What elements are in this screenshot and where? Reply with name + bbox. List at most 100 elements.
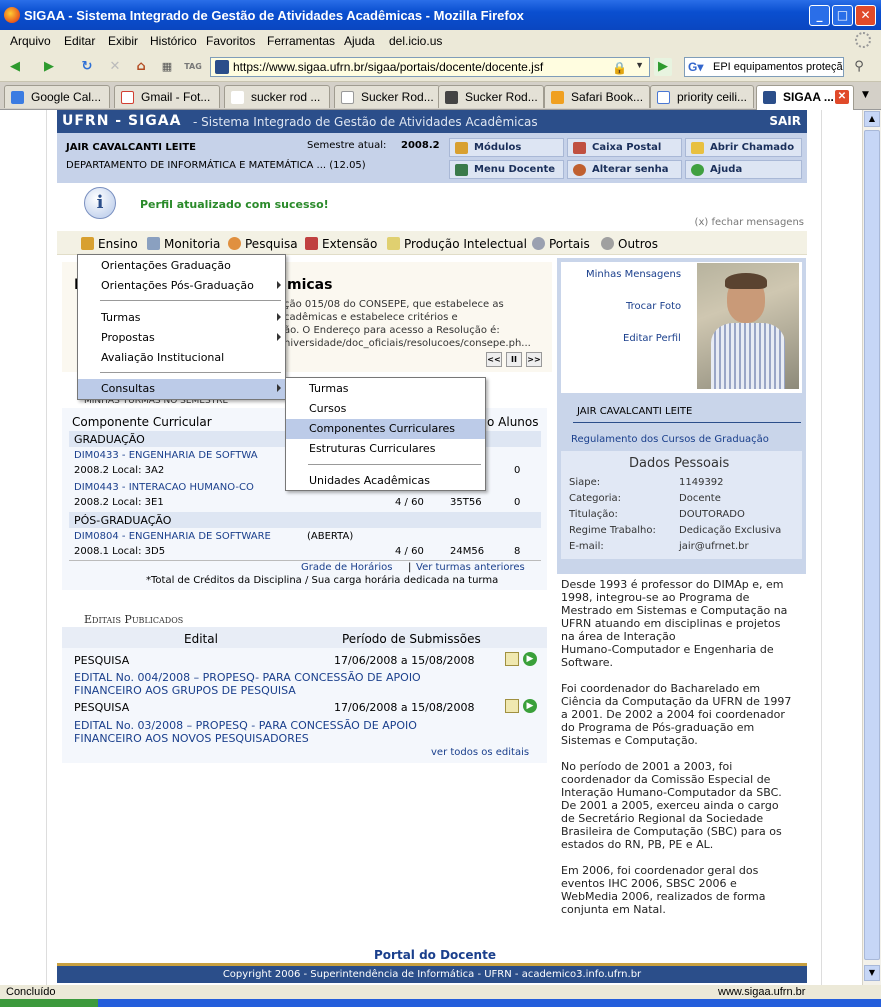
forward-icon[interactable]: ▶ [40,58,58,76]
portal-docente-link[interactable]: Portal do Docente [374,948,496,962]
menu-ajuda[interactable]: Ajuda [344,34,375,48]
scroll-down-icon[interactable]: ▼ [864,965,880,981]
close-tab-icon[interactable]: ✕ [835,90,849,104]
tab-sucker-rod-1[interactable]: Sucker Rod... [334,85,440,108]
maximize-button[interactable]: □ [832,5,853,26]
status-bar: Concluído www.sigaa.ufrn.br [0,985,881,999]
edit-icon[interactable] [505,699,519,713]
turma-alunos: 0 [514,465,521,476]
ajuda-button[interactable]: Ajuda [685,160,802,179]
minhas-mensagens-link[interactable]: Minhas Mensagens [586,269,681,280]
menu-ensino[interactable]: Ensino [81,237,138,251]
go-icon[interactable]: ▶ [654,58,672,76]
modulos-button[interactable]: Módulos [449,138,564,157]
minimize-button[interactable]: _ [809,5,830,26]
start-button[interactable] [0,999,98,1007]
editar-perfil-link[interactable]: Editar Perfil [623,333,681,344]
submenu-item-cursos[interactable]: Cursos [286,399,485,419]
menu-item-orientacoes-pos[interactable]: Orientações Pós-Graduação [78,276,285,296]
google-search-icon[interactable]: G▾ [688,60,703,74]
url-input[interactable]: https://www.sigaa.ufrn.br/sigaa/portais/… [210,57,650,77]
col-componente: Componente Curricular [72,415,212,429]
bookmark-icon[interactable]: ▦ [158,58,176,76]
close-messages-link[interactable]: (x) fechar mensagens [695,217,804,228]
tab-priority-ceiling[interactable]: priority ceili... [650,85,754,108]
tag-icon[interactable]: TAG [184,58,202,76]
submenu-arrow-icon [277,281,281,289]
tab-sigaa[interactable]: SIGAA ... ✕ [756,85,854,110]
menu-portais[interactable]: Portais [532,237,590,251]
sigaa-brand[interactable]: UFRN - SIGAA [62,113,181,129]
edital-titulo[interactable]: FINANCEIRO AOS GRUPOS DE PESQUISA [74,684,296,697]
regulamento-link[interactable]: Regulamento dos Cursos de Graduação [571,434,769,445]
notice-link[interactable]: niversidade/doc_oficiais/resolucoes/cons… [284,338,531,349]
vertical-scrollbar[interactable]: ▲ ▼ [862,110,881,985]
close-button[interactable]: ✕ [855,5,876,26]
menu-docente-button[interactable]: Menu Docente [449,160,564,179]
grade-horarios-link[interactable]: Grade de Horários [301,562,392,573]
menu-monitoria[interactable]: Monitoria [147,237,220,251]
notice-next-button[interactable]: >> [526,352,542,367]
field-value: DOUTORADO [679,509,745,520]
edital-titulo[interactable]: EDITAL No. 03/2008 – PROPESQ - PARA CONC… [74,719,417,732]
notice-line: ão. O Endereço para acesso a Resolução é… [284,325,500,336]
search-input[interactable]: G▾ EPI equipamentos proteçã [684,57,844,77]
throbber-icon [855,32,871,48]
tab-list-icon[interactable]: ▼ [862,90,869,100]
tab-sucker-rod-google[interactable]: sucker rod ... [224,85,330,108]
menu-delicious[interactable]: del.icio.us [389,34,442,48]
url-dropdown-icon[interactable]: ▼ [635,60,644,70]
tab-safari-books[interactable]: Safari Book... [544,85,650,108]
bio-line: Humano-Computador e Engenharia de [561,643,774,656]
stop-icon[interactable]: ✕ [106,58,124,76]
abrir-chamado-button[interactable]: Abrir Chamado [685,138,802,157]
menu-editar[interactable]: Editar [64,34,95,48]
menu-item-propostas[interactable]: Propostas [78,328,285,348]
site-favicon-icon [215,60,229,74]
alterar-senha-button[interactable]: Alterar senha [567,160,682,179]
turma-code[interactable]: DIM0433 - ENGENHARIA DE SOFTWA [74,450,258,461]
submenu-item-estruturas-curriculares[interactable]: Estruturas Curriculares [286,439,485,459]
menu-ferramentas[interactable]: Ferramentas [267,34,335,48]
trocar-foto-link[interactable]: Trocar Foto [626,301,681,312]
tab-google-calendar[interactable]: Google Cal... [4,85,110,108]
menu-favoritos[interactable]: Favoritos [206,34,255,48]
submenu-item-turmas[interactable]: Turmas [286,379,485,399]
view-go-icon[interactable]: ▶ [523,699,537,713]
menu-item-turmas[interactable]: Turmas [78,308,285,328]
turma-code[interactable]: DIM0804 - ENGENHARIA DE SOFTWARE [74,531,271,542]
menu-pesquisa[interactable]: Pesquisa [228,237,298,251]
tab-gmail[interactable]: Gmail - Fot... [114,85,220,108]
turma-code[interactable]: DIM0443 - INTERACAO HUMANO-CO [74,482,254,493]
scroll-thumb[interactable] [864,130,880,960]
edital-titulo[interactable]: EDITAL No. 004/2008 – PROPESQ- PARA CONC… [74,671,421,684]
ver-todos-editais-link[interactable]: ver todos os editais [431,747,529,758]
menu-historico[interactable]: Histórico [150,34,197,48]
reload-icon[interactable]: ↻ [78,58,96,76]
edit-icon[interactable] [505,652,519,666]
menu-producao-intelectual[interactable]: Produção Intelectual [387,237,527,251]
scroll-up-icon[interactable]: ▲ [864,111,880,127]
back-icon[interactable]: ◀ [6,58,24,76]
submenu-item-componentes-curriculares[interactable]: Componentes Curriculares [286,419,485,439]
notice-line: cadêmicas e estabelece critérios e [284,312,458,323]
semester-value: 2008.2 [401,140,440,151]
home-icon[interactable]: ⌂ [132,58,150,76]
menu-exibir[interactable]: Exibir [108,34,138,48]
logout-link[interactable]: SAIR [769,114,801,128]
tab-sucker-rod-2[interactable]: Sucker Rod... [438,85,544,108]
edital-titulo[interactable]: FINANCEIRO AOS NOVOS PESQUISADORES [74,732,309,745]
menu-extensao[interactable]: Extensão [305,237,377,251]
turmas-anteriores-link[interactable]: Ver turmas anteriores [416,562,525,573]
menu-arquivo[interactable]: Arquivo [10,34,51,48]
menu-item-consultas[interactable]: Consultas [78,379,285,399]
menu-outros[interactable]: Outros [601,237,658,251]
notice-prev-button[interactable]: << [486,352,502,367]
submenu-item-unidades-academicas[interactable]: Unidades Acadêmicas [286,471,485,491]
view-go-icon[interactable]: ▶ [523,652,537,666]
menu-item-avaliacao[interactable]: Avaliação Institucional [78,348,285,368]
search-magnifier-icon[interactable]: ⚲ [850,58,868,76]
caixa-postal-button[interactable]: Caixa Postal [567,138,682,157]
menu-item-orientacoes-graduacao[interactable]: Orientações Graduação [78,256,285,276]
notice-pause-button[interactable]: II [506,352,522,367]
